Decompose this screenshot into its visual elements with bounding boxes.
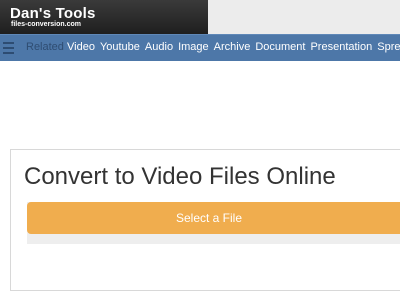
nav-item-presentation[interactable]: Presentation (310, 41, 372, 53)
nav-items: Video Youtube Audio Image Archive Docume… (67, 41, 400, 53)
nav-item-spreadsheet[interactable]: Spreadsheet (377, 41, 400, 53)
upload-area: Select a File (27, 202, 400, 244)
nav-item-image[interactable]: Image (178, 41, 209, 53)
converter-card: Convert to Video Files Online Select a F… (10, 149, 400, 291)
nav-related-label: Related (26, 41, 64, 53)
select-file-button[interactable]: Select a File (27, 202, 400, 234)
nav-item-video[interactable]: Video (67, 41, 95, 53)
nav-item-archive[interactable]: Archive (214, 41, 251, 53)
select-file-label: Select a File (175, 211, 243, 225)
hamburger-menu-icon[interactable] (3, 42, 14, 54)
header: Dan's Tools files-conversion.com (0, 0, 400, 34)
nav-item-youtube[interactable]: Youtube (100, 41, 140, 53)
nav-item-document[interactable]: Document (255, 41, 305, 53)
logo-subtitle: files-conversion.com (11, 21, 82, 28)
page-title: Convert to Video Files Online (24, 163, 336, 190)
logo-title: Dan's Tools (10, 5, 96, 22)
nav-item-audio[interactable]: Audio (145, 41, 173, 53)
nav-bar: Related Video Youtube Audio Image Archiv… (0, 34, 400, 61)
site-logo[interactable]: Dan's Tools files-conversion.com (0, 0, 208, 34)
